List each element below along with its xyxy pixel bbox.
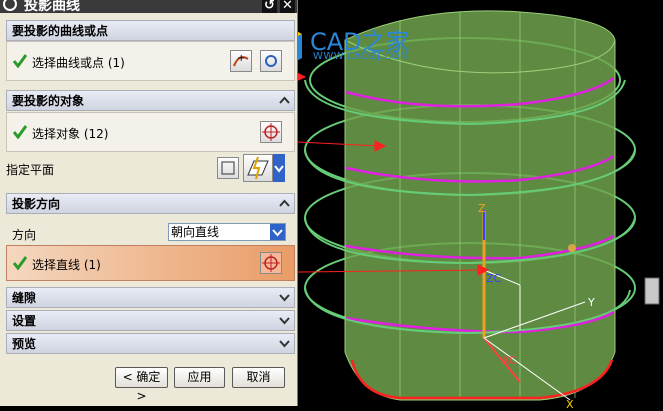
section-title: 缝隙 <box>12 291 37 305</box>
direction-select[interactable]: 朝向直线 <box>168 223 286 241</box>
section-title: 投影方向 <box>12 197 61 211</box>
check-icon <box>13 54 27 68</box>
crosshair-icon <box>262 254 280 272</box>
select-curves-row[interactable]: 选择曲线或点 (1) + <box>6 41 295 81</box>
section-header-settings[interactable]: 设置 <box>6 310 295 331</box>
axis-label-y: Y <box>588 296 595 309</box>
chevron-down-icon[interactable] <box>278 337 291 350</box>
plane-dialog-button[interactable] <box>217 157 239 179</box>
point-icon <box>265 55 277 67</box>
section-title: 要投影的曲线或点 <box>12 24 109 38</box>
axis-label-zc: ZC <box>486 272 502 285</box>
section-header-objects[interactable]: 要投影的对象 <box>6 90 295 111</box>
cancel-button[interactable]: 取消 <box>232 367 285 388</box>
direction-label: 方向 <box>12 228 37 242</box>
close-button[interactable]: ✕ <box>280 0 295 13</box>
plane-type-dropdown[interactable] <box>243 154 273 182</box>
svg-text:+: + <box>237 53 245 64</box>
section-title: 预览 <box>12 337 37 351</box>
axis-label-x: X <box>566 398 574 411</box>
section-header-gap[interactable]: 缝隙 <box>6 287 295 308</box>
curve-icon: + <box>233 53 249 67</box>
chevron-up-icon[interactable] <box>278 197 291 210</box>
select-objects-button[interactable] <box>260 121 282 143</box>
select-line-label: 选择直线 (1) <box>32 258 101 272</box>
chevron-down-icon <box>272 229 283 237</box>
plane-icon <box>221 161 235 175</box>
section-header-preview[interactable]: 预览 <box>6 333 295 354</box>
chevron-down-icon <box>274 165 284 173</box>
axis-label-xc: XC <box>502 354 517 367</box>
specify-plane-label: 指定平面 <box>6 163 55 177</box>
select-line-button[interactable] <box>260 252 282 274</box>
curve-rule-button[interactable]: + <box>230 50 252 72</box>
axis-label-z: Z <box>478 202 486 215</box>
chevron-down-icon[interactable] <box>278 314 291 327</box>
watermark-url: WWW.CADZJ.COM <box>313 51 410 62</box>
section-header-curves[interactable]: 要投影的曲线或点 <box>6 20 295 41</box>
point-dialog-button[interactable] <box>260 50 282 72</box>
select-curves-label: 选择曲线或点 (1) <box>32 56 125 70</box>
gear-icon[interactable] <box>3 0 17 11</box>
select-line-row[interactable]: 选择直线 (1) <box>6 245 295 281</box>
check-icon <box>13 125 27 139</box>
apply-button[interactable]: 应用 <box>174 367 225 388</box>
section-title: 设置 <box>12 314 37 328</box>
crosshair-icon <box>262 123 280 141</box>
chevron-up-icon[interactable] <box>278 94 291 107</box>
direction-value: 朝向直线 <box>171 225 220 239</box>
check-icon <box>13 256 27 270</box>
section-title: 要投影的对象 <box>12 94 85 108</box>
select-objects-row[interactable]: 选择对象 (12) <box>6 112 295 152</box>
project-curve-dialog: 投影曲线 ↺ ✕ 要投影的曲线或点 选择曲线或点 (1) + 要投影的对象 选择… <box>0 0 298 406</box>
plane-type-chevron[interactable] <box>273 154 285 182</box>
select-objects-label: 选择对象 (12) <box>32 127 109 141</box>
plane-lightning-icon <box>247 156 269 180</box>
dialog-title: 投影曲线 <box>24 0 80 13</box>
dialog-titlebar[interactable]: 投影曲线 ↺ ✕ <box>0 0 297 13</box>
chevron-down-icon[interactable] <box>278 291 291 304</box>
section-header-direction[interactable]: 投影方向 <box>6 193 295 214</box>
ok-button[interactable]: < 确定 > <box>115 367 168 403</box>
reset-button[interactable]: ↺ <box>262 0 277 13</box>
